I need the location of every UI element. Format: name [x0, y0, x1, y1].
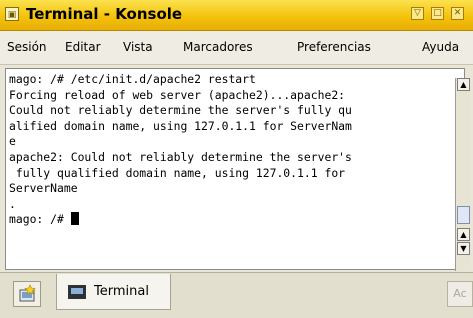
- minimize-button[interactable]: ▽: [411, 7, 424, 20]
- scroll-down-arrow-icon[interactable]: ▼: [457, 242, 470, 255]
- vertical-scrollbar[interactable]: ▲ ▲ ▼: [455, 78, 471, 271]
- prompt-text: mago: /#: [9, 212, 71, 227]
- new-session-button[interactable]: [13, 281, 41, 307]
- prompt-line[interactable]: mago: /#: [9, 212, 456, 228]
- close-button[interactable]: ✕: [451, 7, 464, 20]
- text-cursor: [70, 212, 79, 226]
- menu-bar: Sesión Editar Vista Marcadores Preferenc…: [0, 31, 473, 65]
- maximize-icon: □: [433, 8, 442, 18]
- scrollbar-thumb[interactable]: [457, 206, 470, 224]
- title-bar[interactable]: ▣ Terminal - Konsole ▽ □ ✕: [0, 0, 473, 31]
- session-tab-bar: Terminal Ac: [0, 272, 473, 318]
- menu-sesion[interactable]: Sesión: [7, 40, 47, 54]
- terminal-line: .: [9, 196, 16, 211]
- scroll-up-arrow-icon[interactable]: ▲: [457, 228, 470, 241]
- menu-ayuda[interactable]: Ayuda: [422, 40, 459, 54]
- menu-editar[interactable]: Editar: [65, 40, 101, 54]
- scroll-up-arrow-icon[interactable]: ▲: [457, 78, 470, 91]
- close-tab-icon: Ac: [453, 287, 467, 300]
- terminal-line: ServerName: [9, 181, 78, 196]
- terminal-line: alified domain name, using 127.0.1.1 for…: [9, 118, 352, 133]
- close-icon: ✕: [453, 8, 462, 18]
- terminal-line: Forcing reload of web server (apache2)..…: [9, 87, 346, 102]
- terminal-line: e: [9, 134, 16, 149]
- terminal-text: mago: /# /etc/init.d/apache2 restart Forc…: [9, 72, 456, 228]
- menu-vista[interactable]: Vista: [123, 40, 153, 54]
- terminal-line: apache2: Could not reliably determine th…: [9, 149, 352, 164]
- menu-marcadores[interactable]: Marcadores: [183, 40, 253, 54]
- new-session-icon: [19, 284, 36, 302]
- terminal-line: mago: /# /etc/init.d/apache2 restart: [9, 72, 256, 86]
- menu-preferencias[interactable]: Preferencias: [297, 40, 371, 54]
- tab-label: Terminal: [94, 284, 149, 299]
- close-tab-button[interactable]: Ac: [447, 281, 473, 307]
- terminal-icon: [68, 285, 86, 299]
- konsole-icon[interactable]: ▣: [5, 7, 19, 21]
- window-title: Terminal - Konsole: [26, 5, 183, 23]
- terminal-line: fully qualified domain name, using 127.0…: [9, 165, 346, 180]
- tab-terminal[interactable]: Terminal: [56, 274, 171, 310]
- maximize-button[interactable]: □: [431, 7, 444, 20]
- terminal-output[interactable]: mago: /# /etc/init.d/apache2 restart Forc…: [5, 68, 465, 270]
- minimize-icon: ▽: [414, 8, 421, 18]
- terminal-line: Could not reliably determine the server'…: [9, 103, 352, 118]
